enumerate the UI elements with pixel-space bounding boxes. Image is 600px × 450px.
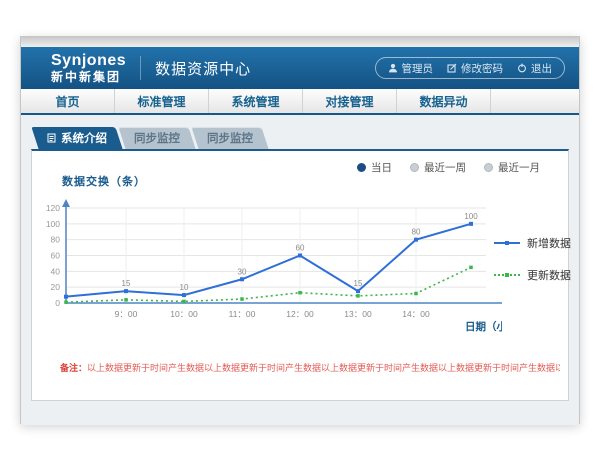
- user-name-label: 管理员: [402, 61, 434, 76]
- legend-item-new-data[interactable]: 新增数据: [494, 235, 571, 251]
- window-top-strip: [21, 37, 579, 47]
- svg-text:日期（小时）: 日期（小时）: [465, 320, 502, 333]
- nav-item-standard-mgmt[interactable]: 标准管理: [115, 89, 209, 113]
- legend-label: 新增数据: [527, 235, 571, 251]
- tab-label: 同步监控: [134, 130, 180, 146]
- blue-line-sample-icon: [494, 242, 520, 244]
- tab-system-intro[interactable]: 系统介绍: [31, 127, 122, 149]
- svg-text:20: 20: [51, 282, 61, 292]
- chart-legend: 新增数据 更新数据: [494, 235, 571, 283]
- user-menu[interactable]: 管理员: [388, 61, 434, 76]
- svg-text:100: 100: [464, 212, 478, 221]
- chart-panel: 当日 最近一周 最近一月 数据交换（条） 0 20 40 60 80 100 120 9：00…: [31, 149, 569, 401]
- radio-icon: [484, 163, 493, 172]
- radio-icon: [357, 163, 366, 172]
- logout-label: 退出: [531, 61, 552, 76]
- svg-text:15: 15: [122, 279, 131, 288]
- main-nav: 首页 标准管理 系统管理 对接管理 数据异动: [21, 89, 579, 115]
- app-window: Synjones 新中新集团 数据资源中心 管理员 修改密码 退出 首页 标准管…: [20, 36, 580, 424]
- logo: Synjones 新中新集团: [51, 53, 126, 83]
- logout-button[interactable]: 退出: [517, 61, 552, 76]
- svg-text:10: 10: [180, 283, 189, 292]
- radio-label: 最近一周: [424, 160, 466, 175]
- person-icon: [388, 63, 398, 73]
- footnote-text: 以上数据更新于时间产生数据以上数据更新于时间产生数据以上数据更新于时间产生数据以…: [87, 363, 560, 373]
- svg-text:14：00: 14：00: [402, 309, 430, 319]
- svg-text:120: 120: [46, 203, 60, 213]
- svg-text:80: 80: [412, 228, 421, 237]
- svg-text:60: 60: [296, 244, 305, 253]
- svg-text:80: 80: [51, 235, 61, 245]
- logo-company-name: 新中新集团: [51, 71, 126, 83]
- footnote: 备注：以上数据更新于时间产生数据以上数据更新于时间产生数据以上数据更新于时间产生…: [60, 361, 560, 374]
- nav-item-home[interactable]: 首页: [21, 89, 115, 113]
- radio-icon: [410, 163, 419, 172]
- radio-label: 最近一月: [498, 160, 540, 175]
- tab-sync-monitor-1[interactable]: 同步监控: [118, 127, 195, 149]
- nav-item-interface-mgmt[interactable]: 对接管理: [303, 89, 397, 113]
- app-header: Synjones 新中新集团 数据资源中心 管理员 修改密码 退出: [21, 47, 579, 89]
- tab-sync-monitor-2[interactable]: 同步监控: [191, 127, 268, 149]
- nav-item-data-change[interactable]: 数据异动: [397, 89, 491, 113]
- radio-option-2[interactable]: 最近一月: [484, 160, 540, 175]
- svg-text:30: 30: [238, 267, 247, 276]
- radio-label: 当日: [371, 160, 392, 175]
- header-divider: [140, 56, 141, 80]
- svg-text:12：00: 12：00: [286, 309, 314, 319]
- legend-label: 更新数据: [527, 267, 571, 283]
- svg-text:15: 15: [354, 279, 363, 288]
- legend-item-updated-data[interactable]: 更新数据: [494, 267, 571, 283]
- tab-bar: 系统介绍 同步监控 同步监控: [35, 127, 579, 149]
- tab-label: 同步监控: [207, 130, 253, 146]
- svg-text:0: 0: [55, 298, 60, 308]
- power-icon: [517, 63, 527, 73]
- edit-icon: [447, 63, 457, 73]
- document-icon: [47, 133, 56, 143]
- radio-option-0[interactable]: 当日: [357, 160, 392, 175]
- tab-label: 系统介绍: [61, 130, 107, 146]
- green-line-sample-icon: [494, 274, 520, 276]
- change-password-label: 修改密码: [461, 61, 503, 76]
- svg-text:11：00: 11：00: [229, 309, 256, 319]
- footnote-label: 备注：: [60, 363, 87, 373]
- user-toolbar: 管理员 修改密码 退出: [375, 57, 566, 79]
- svg-text:100: 100: [46, 219, 60, 229]
- svg-text:10：00: 10：00: [170, 309, 198, 319]
- svg-text:60: 60: [51, 251, 61, 261]
- time-range-filter: 当日 最近一周 最近一月: [357, 160, 540, 175]
- change-password-button[interactable]: 修改密码: [447, 61, 503, 76]
- page-title: 数据资源中心: [155, 58, 251, 79]
- radio-option-1[interactable]: 最近一周: [410, 160, 466, 175]
- svg-text:40: 40: [51, 266, 61, 276]
- content-area: 系统介绍 同步监控 同步监控 当日 最近一周: [21, 115, 579, 425]
- line-chart: 0 20 40 60 80 100 120 9：00 10：00 11：00 12：00 13：00 1…: [32, 193, 502, 338]
- svg-text:13：00: 13：00: [344, 309, 372, 319]
- y-axis-title: 数据交换（条）: [62, 173, 146, 189]
- nav-item-system-mgmt[interactable]: 系统管理: [209, 89, 303, 113]
- svg-text:9：00: 9：00: [115, 309, 138, 319]
- logo-wordmark: Synjones: [51, 53, 126, 69]
